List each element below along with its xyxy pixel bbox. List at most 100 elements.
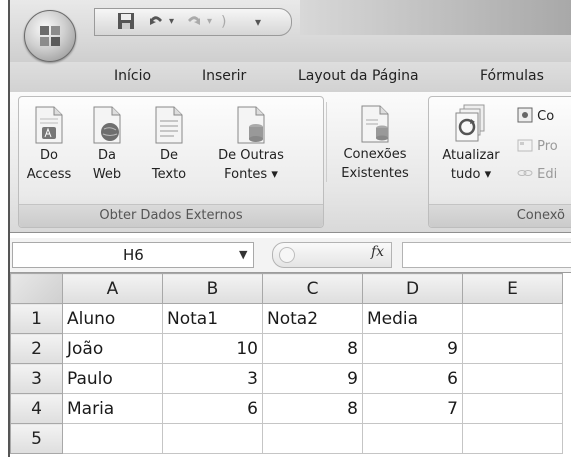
table-row: 4 Maria 6 8 7 (10, 393, 563, 424)
tab-layout[interactable]: Layout da Página (298, 68, 419, 84)
tab-inicio[interactable]: Início (114, 68, 151, 84)
undo-icon[interactable] (147, 12, 165, 32)
row-header[interactable]: 5 (10, 423, 63, 454)
row-header[interactable]: 3 (10, 363, 63, 394)
from-text-label-2: Texto (151, 167, 187, 182)
existing-connections-label-2: Existentes (341, 166, 409, 181)
table-row: 1 Aluno Nota1 Nota2 Media (10, 303, 563, 334)
cell-a3[interactable]: Paulo (62, 363, 163, 394)
undo-dropdown-icon[interactable]: ▾ (169, 12, 174, 32)
table-row: 2 João 10 8 9 (10, 333, 563, 364)
column-header-a[interactable]: A (62, 273, 163, 304)
from-web-button[interactable]: Da Web (79, 103, 135, 183)
connections-button[interactable]: Co (517, 107, 554, 124)
ribbon-tabs: Início Inserir Layout da Página Fórmulas (10, 62, 571, 92)
web-icon (93, 106, 121, 144)
cell-a1[interactable]: Aluno (62, 303, 163, 334)
existing-connections-label-1: Conexões (343, 147, 407, 162)
office-button[interactable] (24, 10, 76, 62)
cell-e1[interactable] (462, 303, 563, 334)
customize-icon[interactable]: ▾ (255, 12, 261, 32)
cell-d4[interactable]: 7 (362, 393, 463, 424)
group-external-label: Obter Dados Externos (19, 204, 323, 227)
from-web-label-2: Web (92, 167, 122, 182)
formula-circle-icon (279, 247, 295, 263)
other-sources-label-1: De Outras (218, 148, 284, 163)
cell-c4[interactable]: 8 (262, 393, 363, 424)
row-header[interactable]: 4 (10, 393, 63, 424)
excel-window: ▾ ▾ ) ▾ Início Inserir Layout da Página … (8, 0, 571, 457)
cell-d1[interactable]: Media (362, 303, 463, 334)
edit-links-label: Edi (537, 167, 558, 182)
cell-d5[interactable] (362, 423, 463, 454)
cell-a2[interactable]: João (62, 333, 163, 364)
connections-label: Co (537, 109, 555, 124)
tab-inserir[interactable]: Inserir (202, 68, 246, 84)
properties-button[interactable]: Pro (517, 137, 558, 154)
column-header-row: A B C D E (10, 273, 563, 304)
title-area (300, 0, 571, 35)
cell-e3[interactable] (462, 363, 563, 394)
sheet-table: A B C D E 1 Aluno Nota1 Nota2 Media 2 Jo… (10, 273, 563, 454)
redo-dropdown-icon[interactable]: ▾ (207, 12, 212, 32)
table-row: 5 (10, 423, 563, 454)
column-header-b[interactable]: B (162, 273, 263, 304)
cell-c3[interactable]: 9 (262, 363, 363, 394)
edit-links-button[interactable]: Edi (517, 165, 557, 182)
other-sources-icon (237, 106, 265, 144)
cell-d2[interactable]: 9 (362, 333, 463, 364)
group-connections: Atualizar tudo ▾ Co Pro Edi Conexõ (428, 96, 571, 228)
properties-icon (517, 139, 533, 152)
office-logo-icon (40, 26, 60, 46)
cell-d3[interactable]: 6 (362, 363, 463, 394)
existing-connections-button[interactable]: Conexões Existentes (332, 102, 418, 182)
column-header-c[interactable]: C (262, 273, 363, 304)
properties-label: Pro (537, 139, 558, 154)
cell-e2[interactable] (462, 333, 563, 364)
name-box[interactable]: H6 ▼ (12, 242, 254, 268)
group-connections-label: Conexõ (429, 204, 571, 227)
name-box-value: H6 (123, 246, 144, 264)
cell-b1[interactable]: Nota1 (162, 303, 263, 334)
existing-connections-icon (361, 105, 389, 143)
tab-formulas[interactable]: Fórmulas (480, 68, 544, 84)
title-bar: ▾ ▾ ) ▾ (10, 0, 571, 62)
column-header-d[interactable]: D (362, 273, 463, 304)
access-db-icon (35, 106, 63, 144)
group-external-data: Do Access Da Web De Texto De Outras Font… (18, 96, 324, 228)
cell-b4[interactable]: 6 (162, 393, 263, 424)
insert-function-button[interactable]: fx (371, 244, 384, 260)
formula-tools: fx (272, 242, 392, 268)
cell-b5[interactable] (162, 423, 263, 454)
cell-a5[interactable] (62, 423, 163, 454)
other-sources-button[interactable]: De Outras Fontes ▾ (203, 103, 299, 183)
ribbon: Do Access Da Web De Texto De Outras Font… (10, 92, 571, 233)
cell-c2[interactable]: 8 (262, 333, 363, 364)
cell-a4[interactable]: Maria (62, 393, 163, 424)
cell-b2[interactable]: 10 (162, 333, 263, 364)
from-access-button[interactable]: Do Access (21, 103, 77, 183)
from-web-label-1: Da (98, 148, 116, 163)
from-text-button[interactable]: De Texto (141, 103, 197, 183)
save-icon[interactable] (117, 12, 135, 32)
formula-input[interactable] (402, 242, 571, 268)
separator-icon: ) (221, 14, 227, 30)
cell-b3[interactable]: 3 (162, 363, 263, 394)
from-text-label-1: De (159, 148, 178, 163)
ribbon-separator (326, 102, 327, 182)
quick-access-toolbar: ▾ ▾ ) ▾ (94, 8, 292, 36)
other-sources-label-2: Fontes ▾ (224, 167, 278, 182)
row-header[interactable]: 2 (10, 333, 63, 364)
row-header[interactable]: 1 (10, 303, 63, 334)
cell-e5[interactable] (462, 423, 563, 454)
redo-icon[interactable] (185, 12, 203, 32)
refresh-all-label-1: Atualizar (442, 148, 500, 163)
refresh-all-label-2: tudo ▾ (450, 167, 492, 182)
refresh-all-button[interactable]: Atualizar tudo ▾ (431, 103, 511, 183)
cell-e4[interactable] (462, 393, 563, 424)
select-all-corner[interactable] (10, 273, 63, 304)
cell-c1[interactable]: Nota2 (262, 303, 363, 334)
column-header-e[interactable]: E (462, 273, 563, 304)
chevron-down-icon[interactable]: ▼ (239, 243, 247, 267)
cell-c5[interactable] (262, 423, 363, 454)
